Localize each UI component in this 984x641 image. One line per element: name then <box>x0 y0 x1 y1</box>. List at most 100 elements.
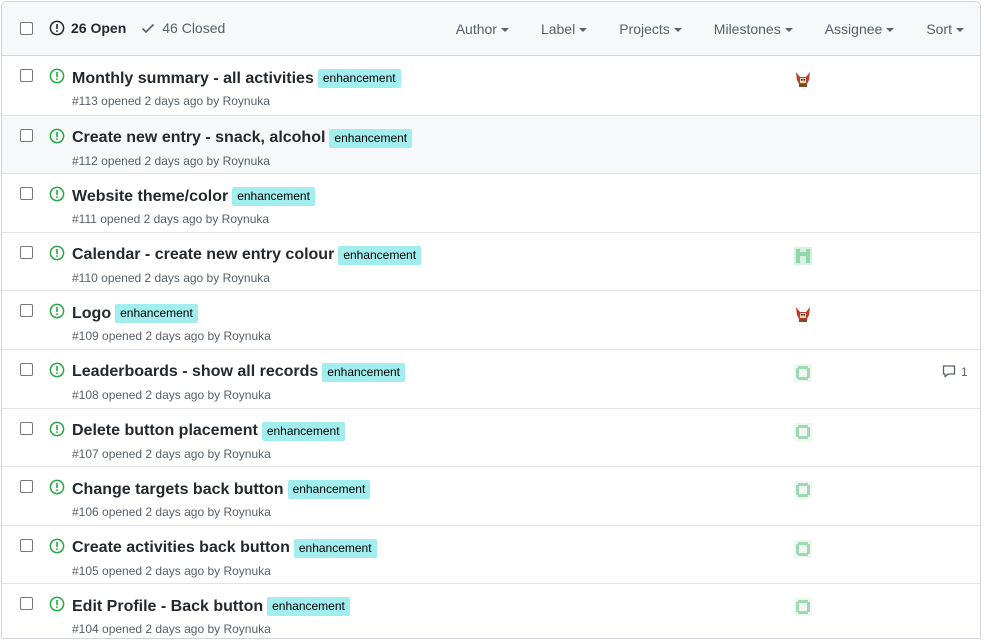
enhancement-label[interactable]: enhancement <box>338 245 422 265</box>
issue-row[interactable]: Delete button placement enhancement #107 o… <box>2 407 980 467</box>
issue-title-link[interactable]: Edit Profile - Back button <box>72 598 263 616</box>
caret-down-icon <box>673 28 682 32</box>
issue-checkbox[interactable] <box>20 245 33 259</box>
issue-row[interactable]: Create activities back button enhancement… <box>2 524 980 584</box>
issue-checkbox[interactable] <box>20 69 33 82</box>
sort-filter[interactable]: Sort <box>926 21 964 37</box>
issue-title-line: Edit Profile - Back button enhancement <box>72 597 350 617</box>
issue-title-line: Leaderboards - show all records enhanceme… <box>72 362 406 382</box>
issue-meta: #106 opened 2 days ago by Roynuka <box>72 505 271 520</box>
issue-title-line: Monthly summary - all activities enhancem… <box>72 69 401 88</box>
issue-checkbox[interactable] <box>20 187 33 201</box>
assignee-filter[interactable]: Assignee <box>825 21 895 37</box>
issue-title-line: Create new entry - snack, alcohol enhance… <box>72 128 413 148</box>
issue-row[interactable]: Calendar - create new entry colour enhanc… <box>2 231 980 291</box>
issue-row[interactable]: Leaderboards - show all records enhanceme… <box>2 348 980 408</box>
issue-title-link[interactable]: Website theme/color <box>72 188 228 206</box>
issue-opened-icon <box>49 128 65 149</box>
issue-meta: #108 opened 2 days ago by Roynuka <box>72 387 271 402</box>
issue-title-line: Change targets back button enhancement <box>72 480 371 500</box>
issue-title-link[interactable]: Leaderboards - show all records <box>72 363 318 381</box>
ring-avatar[interactable] <box>794 481 812 500</box>
issue-row[interactable]: Website theme/color enhancement #111 opene… <box>2 173 980 232</box>
enhancement-label[interactable]: enhancement <box>232 187 315 207</box>
issue-meta: #110 opened 2 days ago by Roynuka <box>72 270 270 285</box>
issue-title-link[interactable]: Calendar - create new entry colour <box>72 246 334 264</box>
issue-row[interactable]: Create new entry - snack, alcohol enhance… <box>2 114 980 174</box>
filter-bar: Author Label Projects Milestones Assigne… <box>424 21 964 37</box>
issue-title-line: Calendar - create new entry colour enhanc… <box>72 245 422 265</box>
issue-title-link[interactable]: Create activities back button <box>72 539 290 557</box>
closed-count: 46 Closed <box>162 20 226 36</box>
caret-down-icon <box>500 28 509 32</box>
issue-row[interactable]: Logo enhancement #109 opened 2 days ago by… <box>2 290 980 349</box>
issue-opened-icon <box>49 303 65 324</box>
issue-opened-icon <box>49 479 65 500</box>
closed-issues-link[interactable]: 46 Closed <box>140 20 225 36</box>
issue-meta: #113 opened 2 days ago by Roynuka <box>72 94 270 108</box>
m-avatar[interactable] <box>794 246 812 265</box>
issue-title-link[interactable]: Change targets back button <box>72 481 284 499</box>
issues-list-header: 26 Open 46 Closed Author Label Projects … <box>2 2 980 56</box>
ring-avatar[interactable] <box>794 363 812 382</box>
issue-row[interactable]: Monthly summary - all activities enhancem… <box>2 56 980 115</box>
caret-down-icon <box>784 28 793 32</box>
enhancement-label[interactable]: enhancement <box>267 597 350 617</box>
ring-avatar[interactable] <box>794 539 812 558</box>
issue-title-line: Website theme/color enhancement <box>72 187 315 207</box>
enhancement-label[interactable]: enhancement <box>293 538 377 558</box>
issue-title-line: Delete button placement enhancement <box>72 421 345 441</box>
issue-opened-icon <box>49 596 65 617</box>
issue-meta: #111 opened 2 days ago by Roynuka <box>72 212 270 227</box>
issue-row[interactable]: Edit Profile - Back button enhancement #10… <box>2 583 980 638</box>
issue-meta: #104 opened 2 days ago by Roynuka <box>72 622 271 637</box>
comment-count: 1 <box>961 365 968 380</box>
issue-opened-icon <box>49 362 65 383</box>
issue-checkbox[interactable] <box>20 304 33 318</box>
open-count: 26 Open <box>71 20 127 36</box>
enhancement-label[interactable]: enhancement <box>322 362 406 382</box>
enhancement-label[interactable]: enhancement <box>317 69 401 88</box>
issue-title-link[interactable]: Logo <box>72 305 111 323</box>
issue-title-line: Logo enhancement <box>72 304 198 324</box>
check-icon <box>142 23 155 34</box>
ring-avatar[interactable] <box>794 598 812 617</box>
issue-meta: #109 opened 2 days ago by Roynuka <box>72 329 271 344</box>
comment-icon <box>941 363 961 382</box>
comments-link[interactable]: 1 <box>941 363 968 382</box>
select-all-checkbox[interactable] <box>20 22 33 35</box>
enhancement-label[interactable]: enhancement <box>115 304 198 324</box>
issue-checkbox[interactable] <box>20 538 33 552</box>
ring-avatar[interactable] <box>794 422 812 441</box>
issue-meta: #107 opened 2 days ago by Roynuka <box>72 446 271 461</box>
issue-meta: #112 opened 2 days ago by Roynuka <box>72 153 270 168</box>
issue-title-link[interactable]: Create new entry - snack, alcohol <box>72 129 325 147</box>
issue-opened-icon <box>49 421 65 442</box>
caret-down-icon <box>886 28 895 32</box>
author-filter[interactable]: Author <box>456 21 509 37</box>
issue-checkbox[interactable] <box>20 128 33 142</box>
caret-down-icon <box>956 28 964 32</box>
issue-meta: #105 opened 2 days ago by Roynuka <box>72 563 271 578</box>
issue-row[interactable]: Change targets back button enhancement #10… <box>2 466 980 525</box>
fox-avatar[interactable] <box>794 70 812 88</box>
fox-avatar[interactable] <box>794 305 812 323</box>
label-filter[interactable]: Label <box>541 21 588 37</box>
projects-filter[interactable]: Projects <box>619 21 682 37</box>
open-issues-link[interactable]: 26 Open <box>49 20 126 36</box>
enhancement-label[interactable]: enhancement <box>287 480 371 500</box>
issue-title-link[interactable]: Monthly summary - all activities <box>72 70 314 88</box>
issue-opened-icon <box>49 538 65 559</box>
enhancement-label[interactable]: enhancement <box>329 128 413 148</box>
issue-opened-icon <box>49 68 65 89</box>
issue-opened-icon <box>49 186 65 207</box>
issue-checkbox[interactable] <box>20 480 33 494</box>
milestones-filter[interactable]: Milestones <box>714 21 793 37</box>
enhancement-label[interactable]: enhancement <box>261 421 345 441</box>
issue-checkbox[interactable] <box>20 421 33 435</box>
issue-checkbox[interactable] <box>20 597 33 611</box>
issue-checkbox[interactable] <box>20 362 33 376</box>
issue-opened-icon <box>49 245 65 266</box>
state-toggle: 26 Open 46 Closed <box>49 20 225 36</box>
issue-title-link[interactable]: Delete button placement <box>72 422 258 440</box>
